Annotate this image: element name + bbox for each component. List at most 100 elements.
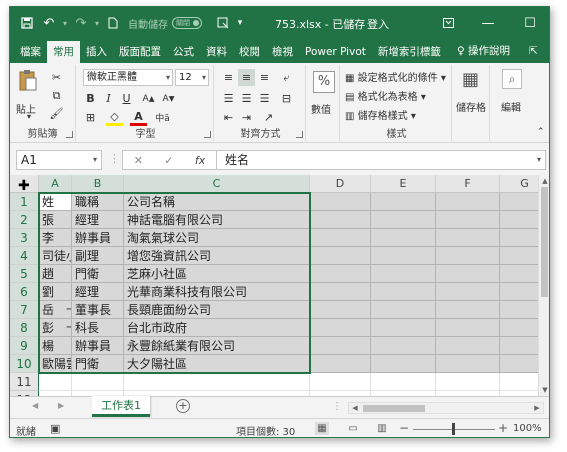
row-header-7[interactable]: 7 — [10, 301, 39, 319]
add-sheet-icon[interactable]: + — [176, 399, 190, 413]
page-break-view-icon[interactable]: ▥ — [375, 422, 389, 435]
tab-insert[interactable]: 插入 — [80, 41, 113, 63]
cell-a6[interactable]: 劉 十 — [39, 283, 72, 301]
tab-formulas[interactable]: 公式 — [167, 41, 200, 63]
cell-f8[interactable] — [436, 319, 500, 337]
redo-dropdown-icon[interactable]: ▾ — [92, 12, 102, 34]
cell-d11[interactable] — [310, 373, 371, 391]
font-size-combo[interactable]: 12 ▾ — [175, 69, 209, 86]
save-icon[interactable] — [16, 12, 38, 34]
cell-b7[interactable]: 董事長 — [72, 301, 124, 319]
underline-icon[interactable]: U — [118, 90, 135, 107]
cell-g5[interactable] — [500, 265, 538, 283]
grow-font-icon[interactable]: A ▲ — [140, 90, 157, 107]
enter-icon[interactable]: ✓ — [164, 154, 173, 167]
tab-page-layout[interactable]: 版面配置 — [113, 41, 167, 63]
paste-icon[interactable] — [18, 69, 38, 98]
cell-d7[interactable] — [310, 301, 371, 319]
cell-g9[interactable] — [500, 337, 538, 355]
cell-b2[interactable]: 經理 — [72, 211, 124, 229]
column-header-d[interactable]: D — [310, 175, 371, 193]
zoom-level[interactable]: 100% — [513, 423, 542, 434]
cell-f5[interactable] — [436, 265, 500, 283]
cell-f4[interactable] — [436, 247, 500, 265]
collapse-ribbon-icon[interactable]: ⌃ — [537, 127, 545, 137]
cell-a2[interactable]: 張 三 — [39, 211, 72, 229]
increase-indent-icon[interactable]: ⇥ — [238, 109, 255, 126]
cell-c5[interactable]: 芝麻小社區 — [124, 265, 310, 283]
shrink-font-icon[interactable]: A ▼ — [160, 90, 177, 107]
sheet-tab-1[interactable]: 工作表1 — [92, 396, 150, 417]
horizontal-scroll-thumb[interactable] — [363, 405, 425, 412]
cell-e11[interactable] — [371, 373, 436, 391]
horizontal-scrollbar[interactable]: ◀ ▶ — [348, 402, 544, 414]
row-header-1[interactable]: 1 — [10, 193, 39, 211]
cell-a7[interactable]: 岳 十 六 — [39, 301, 72, 319]
align-center-icon[interactable]: ☰ — [238, 90, 255, 107]
cell-c7[interactable]: 長頸鹿面紛公司 — [124, 301, 310, 319]
borders-icon[interactable]: ⊞ — [82, 109, 99, 126]
percent-icon[interactable]: % — [313, 71, 335, 93]
cell-d10[interactable] — [310, 355, 371, 373]
cell-f10[interactable] — [436, 355, 500, 373]
cell-b4[interactable]: 副理 — [72, 247, 124, 265]
cell-c3[interactable]: 淘氣氣球公司 — [124, 229, 310, 247]
paste-dropdown-icon[interactable]: ▾ — [27, 112, 31, 121]
cells-label[interactable]: 儲存格 — [456, 99, 486, 114]
minimize-icon[interactable]: — — [468, 7, 508, 39]
format-painter-icon[interactable]: 🖌 — [48, 105, 65, 122]
undo-icon[interactable]: ↶ — [38, 12, 60, 34]
redo-icon[interactable]: ↷ — [70, 12, 92, 34]
cell-styles-button[interactable]: ▥ 儲存格樣式 ▾ — [345, 107, 416, 122]
cell-g2[interactable] — [500, 211, 538, 229]
cell-g6[interactable] — [500, 283, 538, 301]
column-header-g[interactable]: G — [500, 175, 538, 193]
save-as-icon[interactable] — [212, 12, 234, 34]
search-icon[interactable]: ⌕ — [502, 69, 522, 89]
insert-function-icon[interactable]: fx — [195, 154, 205, 167]
zoom-out-icon[interactable]: − — [399, 421, 409, 435]
editing-label[interactable]: 編輯 — [501, 99, 521, 114]
cell-d8[interactable] — [310, 319, 371, 337]
cell-e10[interactable] — [371, 355, 436, 373]
cell-b9[interactable]: 辦事員 — [72, 337, 124, 355]
tab-new-tab[interactable]: 新增索引標籤 — [372, 41, 447, 63]
macro-record-icon[interactable]: ▣ — [50, 422, 60, 435]
cell-g4[interactable] — [500, 247, 538, 265]
cell-c4[interactable]: 增您強資訊公司 — [124, 247, 310, 265]
decrease-indent-icon[interactable]: ⇤ — [220, 109, 237, 126]
cell-d5[interactable] — [310, 265, 371, 283]
fill-color-icon[interactable]: ◇ — [106, 109, 123, 126]
cell-g11[interactable] — [500, 373, 538, 391]
ribbon-display-icon[interactable] — [428, 7, 468, 39]
cell-e5[interactable] — [371, 265, 436, 283]
drag-handle-icon[interactable]: ⋮ — [109, 152, 120, 165]
new-file-icon[interactable] — [102, 12, 124, 34]
font-color-icon[interactable]: A — [130, 109, 147, 126]
cell-f7[interactable] — [436, 301, 500, 319]
cell-e3[interactable] — [371, 229, 436, 247]
phonetic-icon[interactable]: 中ã — [154, 109, 171, 126]
cell-e7[interactable] — [371, 301, 436, 319]
wrap-text-icon[interactable]: ⤶ — [278, 69, 295, 86]
tab-review[interactable]: 校閱 — [233, 41, 266, 63]
autosave-toggle[interactable]: 自動儲存 關閉 — [128, 16, 202, 31]
normal-view-icon[interactable]: ▦ — [315, 422, 329, 435]
scroll-up-icon[interactable]: ▲ — [539, 175, 549, 187]
column-header-c[interactable]: C — [124, 175, 310, 193]
italic-icon[interactable]: I — [100, 90, 117, 107]
expand-formula-bar-icon[interactable]: ▾ — [537, 151, 541, 169]
cell-d6[interactable] — [310, 283, 371, 301]
row-header-3[interactable]: 3 — [10, 229, 39, 247]
row-header-11[interactable]: 11 — [10, 373, 39, 391]
cell-b10[interactable]: 門衛 — [72, 355, 124, 373]
align-bottom-icon[interactable]: ≡ — [256, 69, 273, 86]
cell-e8[interactable] — [371, 319, 436, 337]
column-header-e[interactable]: E — [371, 175, 436, 193]
column-header-b[interactable]: B — [72, 175, 124, 193]
customize-qat-icon[interactable]: ▾ — [234, 12, 246, 34]
cell-a11[interactable] — [39, 373, 72, 391]
tab-view[interactable]: 檢視 — [266, 41, 299, 63]
vertical-scroll-thumb[interactable] — [541, 187, 548, 297]
cell-f6[interactable] — [436, 283, 500, 301]
